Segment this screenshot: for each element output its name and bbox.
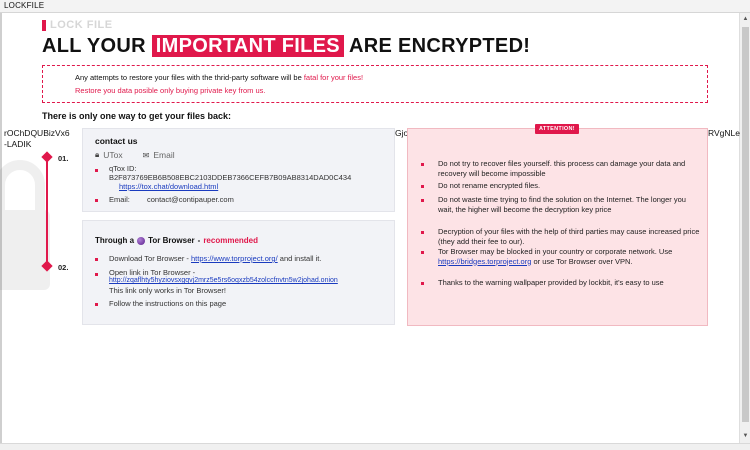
- window-titlebar: LOCKFILE: [0, 0, 750, 13]
- attention-item-5-text: Tor Browser may be blocked in your count…: [438, 247, 673, 256]
- utox-label: UTox: [103, 150, 123, 160]
- bullet-icon: [95, 199, 98, 202]
- headline-pre: ALL YOUR: [42, 35, 146, 57]
- attention-badge: ATTENTION!: [535, 124, 579, 134]
- bullet-icon: [421, 163, 424, 166]
- install-text: and install it.: [277, 254, 322, 263]
- bullet-icon: [421, 251, 424, 254]
- recommended-text: recommended: [203, 236, 258, 245]
- attention-item-1: Do not try to recover files yourself. th…: [438, 159, 686, 178]
- overflow-text-line2: -LADIK: [4, 139, 32, 149]
- bullet-icon: [421, 199, 424, 202]
- follow-instructions-text: Follow the instructions on this page: [109, 299, 227, 308]
- download-tor-line: Download Tor Browser - https://www.torpr…: [109, 254, 321, 263]
- window-title: LOCKFILE: [4, 1, 45, 10]
- torproject-link[interactable]: https://www.torproject.org/: [191, 254, 278, 263]
- contact-card: contact us 🔒︎ UTox ✉ Email qTox ID: B2F873…: [82, 128, 395, 212]
- step-1-number: 01.: [58, 154, 69, 163]
- headline-post: ARE ENCRYPTED!: [349, 35, 531, 57]
- bridges-link[interactable]: https://bridges.torproject.org: [438, 257, 531, 266]
- qtox-id: B2F873769EB6B508EBC2103DDEB7366CEFB7B09A…: [109, 173, 352, 182]
- bullet-icon: [95, 258, 98, 261]
- overflow-text-left: rOChDQUBizVx6: [4, 128, 70, 138]
- email-label: Email: [153, 150, 175, 160]
- open-link-text: Open link in Tor Browser -: [109, 268, 196, 277]
- attention-item-5: Tor Browser may be blocked in your count…: [438, 247, 700, 266]
- overflow-text-right: RVgNLe: [708, 128, 740, 138]
- bullet-icon: [421, 282, 424, 285]
- warning-box: Any attempts to restore your files with …: [42, 65, 708, 103]
- email-address: contact@contipauper.com: [147, 195, 234, 204]
- scroll-up-icon[interactable]: ▲: [741, 15, 750, 24]
- tor-heading: Through a Tor Browser - recommended: [95, 236, 258, 245]
- warning-text: Any attempts to restore your files with …: [75, 73, 304, 82]
- contact-title: contact us: [95, 136, 138, 146]
- lock-file-text: LOCK FILE: [50, 19, 113, 31]
- attention-item-6: Thanks to the warning wallpaper provided…: [438, 278, 664, 287]
- email-field-label: Email:: [109, 195, 130, 204]
- lock-watermark-icon: [0, 160, 50, 290]
- bullet-icon: [95, 169, 98, 172]
- bullet-icon: [421, 231, 424, 234]
- lock-icon: 🔒︎: [95, 150, 100, 159]
- attention-item-5-post: or use Tor Browser over VPN.: [531, 256, 633, 266]
- mail-icon: ✉: [142, 150, 150, 160]
- dash-text: -: [197, 236, 201, 245]
- attention-item-4: Decryption of your files with the help o…: [438, 227, 700, 246]
- warning-line-2: Restore you data posible only buying pri…: [75, 86, 266, 95]
- bullet-icon: [95, 273, 98, 276]
- accent-bar: [42, 19, 46, 31]
- contact-options: 🔒︎ UTox ✉ Email: [95, 150, 175, 160]
- email-option[interactable]: ✉ Email: [143, 150, 175, 160]
- window-frame-bottom: [0, 443, 750, 450]
- only-way-heading: There is only one way to get your files …: [42, 111, 232, 121]
- vertical-scrollbar[interactable]: ▲ ▼: [739, 13, 750, 443]
- bullet-icon: [421, 185, 424, 188]
- qtox-label: qTox ID:: [109, 164, 137, 173]
- attention-item-3: Do not waste time trying to find the sol…: [438, 195, 686, 214]
- qtox-download-link[interactable]: https://tox.chat/download.html: [119, 182, 218, 191]
- download-tor-text: Download Tor Browser -: [109, 254, 191, 263]
- through-text: Through a: [95, 236, 135, 245]
- tor-browser-text: Tor Browser: [148, 236, 195, 245]
- warning-line-1: Any attempts to restore your files with …: [75, 73, 363, 82]
- headline-highlight: IMPORTANT FILES: [151, 35, 344, 57]
- tor-only-note: This link only works in Tor Browser!: [109, 286, 226, 295]
- tor-card: Through a Tor Browser - recommended Down…: [82, 220, 395, 325]
- bullet-icon: [95, 303, 98, 306]
- steps-timeline: [46, 156, 48, 266]
- lock-file-label: LOCK FILE: [42, 19, 113, 31]
- scroll-thumb[interactable]: [742, 27, 749, 422]
- page-headline: ALL YOUR IMPORTANT FILES ARE ENCRYPTED!: [42, 35, 530, 58]
- attention-item-2: Do not rename encrypted files.: [438, 181, 541, 190]
- warning-fatal: fatal for your files!: [303, 73, 364, 82]
- attention-panel: ATTENTION! Do not try to recover files y…: [407, 124, 708, 326]
- tor-browser-icon: [137, 236, 146, 245]
- onion-link[interactable]: http://zqaflhty5hyziovsxgqvj2mrz5e5rs6oq…: [109, 277, 338, 284]
- scroll-down-icon[interactable]: ▼: [741, 432, 750, 441]
- step-2-number: 02.: [58, 263, 69, 272]
- utox-option[interactable]: 🔒︎ UTox: [95, 150, 123, 160]
